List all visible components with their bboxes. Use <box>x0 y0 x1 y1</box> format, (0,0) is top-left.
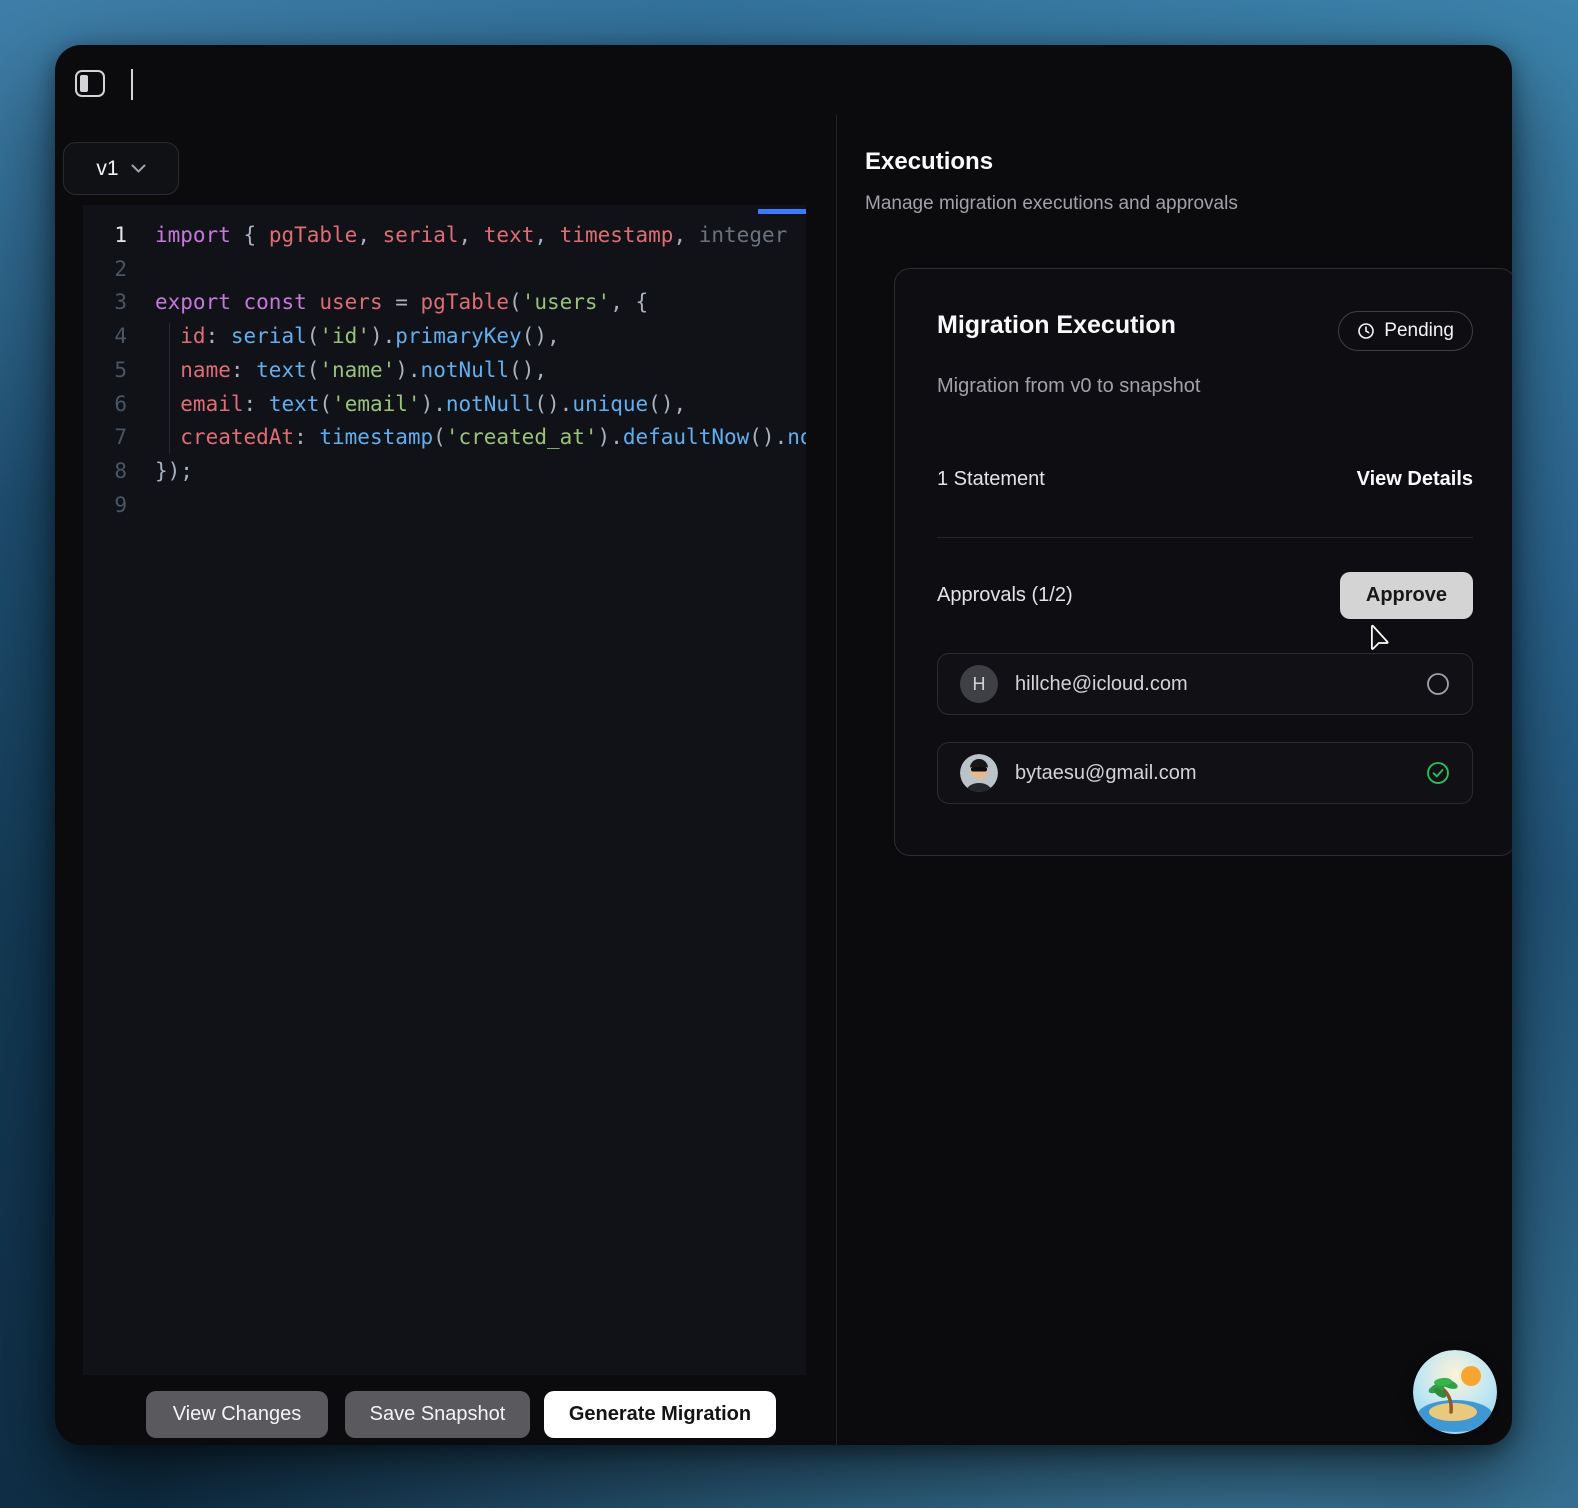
app-window: v1 1 import { pgTable, serial, text, time… <box>55 45 1512 1445</box>
approver-email: bytaesu@gmail.com <box>1015 761 1197 784</box>
pending-badge: Pending <box>1338 311 1473 351</box>
panel-title: Executions <box>865 148 994 175</box>
code-editor[interactable]: 1 import { pgTable, serial, text, timesta… <box>83 205 806 1375</box>
approver-list: Hhillche@icloud.com bytaesu@gmail.com <box>937 653 1473 804</box>
card-title: Migration Execution <box>937 311 1176 339</box>
code-text: }); <box>155 458 193 483</box>
approvals-label: Approvals (1/2) <box>937 584 1073 606</box>
code-lines: 1 import { pgTable, serial, text, timesta… <box>83 219 806 522</box>
indent-guide <box>169 323 170 454</box>
code-text: createdAt: timestamp('created_at').defau… <box>155 425 806 450</box>
line-number: 6 <box>114 391 127 416</box>
avatar-initial: H <box>960 665 998 703</box>
card-description: Migration from v0 to snapshot <box>937 375 1201 397</box>
line-number: 4 <box>114 324 127 349</box>
code-text: name: text('name').notNull(), <box>155 357 547 382</box>
line-number: 7 <box>114 425 127 450</box>
pending-radio-icon[interactable] <box>1426 672 1450 696</box>
version-dropdown[interactable]: v1 <box>63 142 179 195</box>
sidebar-toggle-icon[interactable] <box>75 70 105 97</box>
app-logo-icon[interactable] <box>1413 1350 1497 1434</box>
code-text: email: text('email').notNull().unique(), <box>155 391 687 416</box>
version-label: v1 <box>96 156 119 180</box>
card-divider <box>937 537 1473 538</box>
approver-row[interactable]: bytaesu@gmail.com <box>937 742 1473 804</box>
clock-icon <box>1358 323 1375 339</box>
approver-email: hillche@icloud.com <box>1015 672 1188 695</box>
approved-check-icon[interactable] <box>1426 761 1450 785</box>
code-line[interactable]: 4 id: serial('id').primaryKey(), <box>83 320 806 354</box>
avatar-photo <box>960 754 998 792</box>
view-changes-button[interactable]: View Changes <box>146 1391 328 1438</box>
line-number: 2 <box>114 256 127 281</box>
badge-label: Pending <box>1384 320 1454 341</box>
code-line[interactable]: 9 <box>83 489 806 523</box>
save-snapshot-button[interactable]: Save Snapshot <box>345 1391 530 1438</box>
code-line[interactable]: 1 import { pgTable, serial, text, timesta… <box>83 219 806 253</box>
panel-subtitle: Manage migration executions and approval… <box>865 193 1238 214</box>
code-text: import { pgTable, serial, text, timestam… <box>155 223 788 247</box>
view-details-link[interactable]: View Details <box>1357 468 1473 491</box>
code-line[interactable]: 5 name: text('name').notNull(), <box>83 354 806 388</box>
generate-migration-button[interactable]: Generate Migration <box>544 1391 776 1438</box>
code-line[interactable]: 3 export const users = pgTable('users', { <box>83 286 806 320</box>
code-line[interactable]: 8}); <box>83 455 806 489</box>
code-line[interactable]: 2 <box>83 253 806 287</box>
text-cursor <box>131 69 133 100</box>
line-number: 1 <box>114 223 127 247</box>
scroll-indicator[interactable] <box>758 209 806 214</box>
executions-panel: Executions Manage migration executions a… <box>837 45 1512 1445</box>
approve-button[interactable]: Approve <box>1339 572 1473 619</box>
line-number: 5 <box>114 357 127 382</box>
statement-count: 1 Statement <box>937 468 1045 490</box>
code-line[interactable]: 7 createdAt: timestamp('created_at').def… <box>83 421 806 455</box>
code-line[interactable]: 6 email: text('email').notNull().unique(… <box>83 388 806 422</box>
chevron-down-icon <box>131 164 146 173</box>
code-text: id: serial('id').primaryKey(), <box>155 324 560 349</box>
migration-execution-card: Migration Execution Pending Migration fr… <box>894 268 1512 856</box>
line-number: 8 <box>114 458 127 483</box>
line-number: 3 <box>114 290 127 315</box>
code-text: export const users = pgTable('users', { <box>155 290 649 315</box>
line-number: 9 <box>114 492 127 517</box>
approver-row[interactable]: Hhillche@icloud.com <box>937 653 1473 715</box>
